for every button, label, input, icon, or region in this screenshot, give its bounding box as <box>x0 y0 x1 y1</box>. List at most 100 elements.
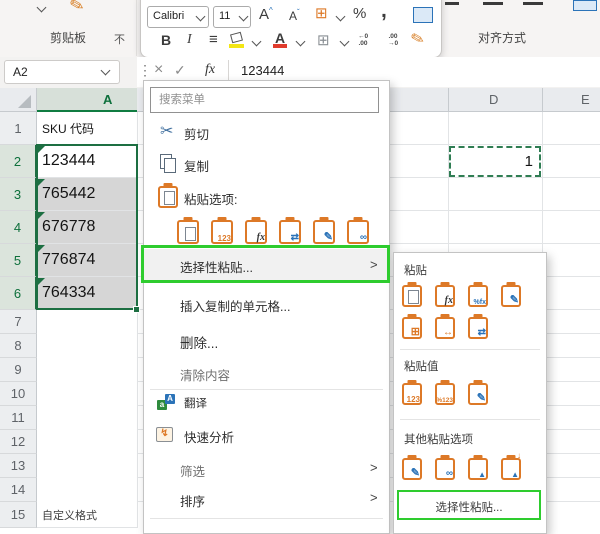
fill-color-icon[interactable] <box>230 31 243 44</box>
error-triangle-icon <box>38 278 45 285</box>
paste-values-icon[interactable]: 123 <box>402 383 422 405</box>
menu-item-translate[interactable]: 翻译 <box>184 395 207 411</box>
menu-item-clear-contents[interactable]: 清除内容 <box>180 365 230 384</box>
error-triangle-icon <box>38 212 45 219</box>
borders-lines-icon[interactable]: ≡ <box>209 31 218 48</box>
paste-values-icon[interactable]: 123 <box>211 220 233 244</box>
menu-item-filter[interactable]: 筛选 <box>180 461 205 480</box>
cell-d2-copied[interactable]: 1 <box>449 146 541 177</box>
row-header[interactable]: 8 <box>0 334 37 358</box>
row-header[interactable]: 15 <box>0 502 37 528</box>
cell-a5[interactable]: 776874 <box>37 244 137 277</box>
cell-a3[interactable]: 765442 <box>37 178 137 211</box>
paste-formatting-icon[interactable]: ✎ <box>402 458 422 480</box>
decrease-decimal-top: ←0 <box>357 33 369 40</box>
column-header-a[interactable] <box>37 88 137 112</box>
cell-a2[interactable]: 123444 <box>37 145 137 178</box>
more-dots-icon[interactable]: ⋮ <box>138 62 152 79</box>
paste-formatting-icon[interactable]: ✎ <box>501 285 521 307</box>
menu-item-sort[interactable]: 排序 <box>180 491 205 510</box>
menu-item-quick-analysis[interactable]: 快速分析 <box>184 427 234 446</box>
shrink-font-icon[interactable]: Aˇ <box>289 8 300 23</box>
merge-center-icon[interactable] <box>413 7 433 23</box>
search-input[interactable] <box>150 87 379 113</box>
row-header[interactable]: 3 <box>0 178 37 211</box>
menu-item-cut[interactable]: 剪切 <box>184 124 209 143</box>
row-header[interactable]: 9 <box>0 358 37 382</box>
cell-a1[interactable]: SKU 代码 <box>37 112 137 145</box>
paste-linked-picture-icon[interactable]: ▲ <box>501 451 521 480</box>
paste-icon[interactable] <box>177 220 199 244</box>
clipboard-dialog-launcher-icon[interactable]: 不 <box>114 31 125 47</box>
menu-item-insert-copied[interactable]: 插入复制的单元格... <box>180 296 290 315</box>
insert-function-icon[interactable]: fx <box>205 62 215 78</box>
align-button-fragment <box>483 2 503 5</box>
menu-item-paste-options[interactable]: 粘贴选项: <box>184 189 237 208</box>
fill-color-chevron-icon[interactable] <box>251 36 262 47</box>
row-header[interactable]: 14 <box>0 478 37 502</box>
brush-glyph: ✎ <box>323 231 333 243</box>
brush-glyph: ✎ <box>509 294 519 306</box>
paste-borders-icon[interactable]: ⊞ <box>402 317 422 339</box>
paste-icon[interactable] <box>402 285 422 307</box>
paste-doc-glyph <box>164 191 175 205</box>
cancel-icon[interactable]: × <box>154 61 163 79</box>
paste-link-icon[interactable]: ∞ <box>347 220 369 244</box>
column-header-d-label: D <box>489 92 499 107</box>
transpose-glyph: ⇄ <box>290 232 299 243</box>
borders-chevron-icon[interactable] <box>339 36 350 47</box>
row-header[interactable]: 11 <box>0 406 37 430</box>
format-as-table-icon[interactable]: ⊞ <box>315 4 328 22</box>
paste-values-number-icon[interactable]: %123 <box>435 383 455 405</box>
cell-a6[interactable]: 764334 <box>37 277 137 310</box>
menu-separator <box>400 419 540 420</box>
bold-icon[interactable]: B <box>161 32 171 48</box>
increase-decimal-icon[interactable]: .00 →0 <box>383 33 403 47</box>
fill-handle[interactable] <box>133 306 140 313</box>
menu-item-copy[interactable]: 复制 <box>184 156 209 175</box>
column-header-e-label: E <box>581 92 590 107</box>
italic-icon[interactable]: I <box>187 32 192 48</box>
link-glyph: ∞ <box>445 468 453 479</box>
align-button-fragment <box>445 2 459 5</box>
row-header[interactable]: 4 <box>0 211 37 244</box>
paste-transpose-icon[interactable]: ⇄ <box>468 317 488 339</box>
cell-a4[interactable]: 676778 <box>37 211 137 244</box>
paste-transpose-icon[interactable]: ⇄ <box>279 220 301 244</box>
paste-formulas-number-icon[interactable]: %fx <box>468 285 488 307</box>
row-header[interactable]: 5 <box>0 244 37 277</box>
header-divider <box>542 88 543 112</box>
format-painter-icon[interactable]: ✎ <box>409 28 427 51</box>
row-header[interactable]: 12 <box>0 430 37 454</box>
cell-a15[interactable]: 自定义格式 <box>37 502 137 528</box>
paste-formulas-icon[interactable]: fx <box>245 220 267 244</box>
row-header[interactable]: 1 <box>0 112 37 145</box>
menu-item-delete[interactable]: 删除... <box>180 332 218 352</box>
paste-formulas-icon[interactable]: fx <box>435 285 455 307</box>
font-color-chevron-icon[interactable] <box>295 36 306 47</box>
brush-glyph: ✎ <box>476 392 486 404</box>
row-header[interactable]: 10 <box>0 382 37 406</box>
paste-picture-icon[interactable]: ▲ <box>468 458 488 480</box>
row-header[interactable]: 6 <box>0 277 37 310</box>
quick-analysis-icon: ↯ <box>156 427 173 442</box>
row-header[interactable]: 7 <box>0 310 37 334</box>
format-as-table-chevron-icon[interactable] <box>335 11 346 22</box>
decrease-decimal-icon[interactable]: ←0.00 <box>353 33 373 47</box>
row-header[interactable]: 13 <box>0 454 37 478</box>
percent-style-icon[interactable]: % <box>353 5 366 22</box>
submenu-item-paste-special[interactable]: 选择性粘贴... <box>398 499 540 515</box>
font-name-value: Calibri <box>153 10 185 22</box>
decrease-decimal-bottom: .00 <box>358 40 368 47</box>
confirm-icon[interactable]: ✓ <box>174 62 186 79</box>
menu-item-paste-special[interactable]: 选择性粘贴... <box>180 257 253 276</box>
context-menu: ✂ 剪切 复制 粘贴选项: 123 fx ⇄ ✎ ∞ 选择性粘贴... > 插入… <box>143 80 390 534</box>
paste-values-formatting-icon[interactable]: ✎ <box>468 383 488 405</box>
comma-style-icon[interactable]: , <box>381 0 387 23</box>
paste-keep-width-icon[interactable]: ↔ <box>435 317 455 339</box>
paste-formatting-icon[interactable]: ✎ <box>313 220 335 244</box>
borders-grid-icon[interactable]: ⊞ <box>317 31 330 49</box>
paste-link-icon[interactable]: ∞ <box>435 458 455 480</box>
grow-font-icon[interactable]: A^ <box>259 6 273 23</box>
row-header[interactable]: 2 <box>0 145 37 178</box>
